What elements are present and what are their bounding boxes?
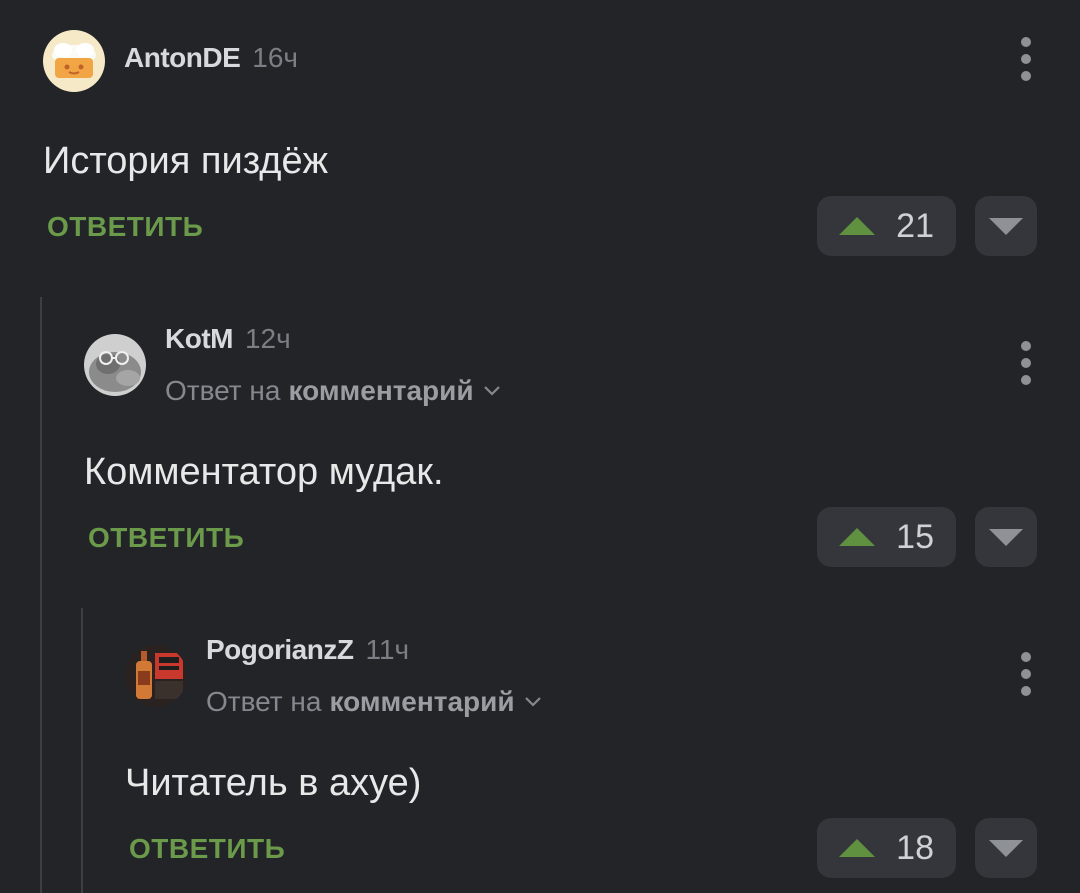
more-options-button[interactable] — [1014, 37, 1038, 81]
reply-to-prefix: Ответ на — [165, 375, 281, 406]
upvote-triangle-icon — [839, 839, 875, 857]
upvote-button[interactable]: 15 — [817, 507, 956, 567]
downvote-button[interactable] — [975, 196, 1037, 256]
reply-to-prefix: Ответ на — [206, 686, 322, 717]
more-vertical-icon — [1021, 341, 1031, 351]
avatar[interactable] — [84, 334, 146, 396]
rating-count: 15 — [896, 517, 934, 556]
comment-time: 12ч — [244, 323, 291, 354]
comment-text: История пиздёж — [43, 140, 329, 182]
upvote-triangle-icon — [839, 217, 875, 235]
thread-line-level-1 — [40, 297, 42, 893]
thread-line-level-2 — [81, 608, 83, 893]
reply-to-target: комментарий — [329, 686, 515, 717]
comment-text: Комментатор мудак. — [84, 451, 444, 493]
comment-time: 11ч — [365, 634, 410, 665]
avatar[interactable] — [43, 30, 105, 92]
more-options-button[interactable] — [1014, 341, 1038, 385]
downvote-triangle-icon — [989, 528, 1023, 546]
chevron-down-icon — [483, 386, 500, 396]
author-name[interactable]: KotM — [165, 323, 233, 355]
upvote-button[interactable]: 21 — [817, 196, 956, 256]
comments-thread: AntonDE 16ч История пиздёж ОТВЕТИТЬ 21 K… — [0, 0, 1080, 893]
chevron-down-icon — [524, 697, 541, 707]
more-vertical-icon-dot — [1021, 358, 1031, 368]
reply-to-link[interactable]: Ответ на комментарий — [165, 375, 502, 407]
avatar-cat-image — [84, 334, 146, 396]
rating-count: 18 — [896, 828, 934, 867]
rating-count: 21 — [896, 206, 934, 245]
avatar-cake-image — [43, 30, 105, 92]
downvote-button[interactable] — [975, 818, 1037, 878]
more-vertical-icon-dot — [1021, 54, 1031, 64]
more-vertical-icon — [1021, 37, 1031, 47]
reply-button[interactable]: ОТВЕТИТЬ — [88, 522, 244, 554]
reply-button[interactable]: ОТВЕТИТЬ — [129, 833, 285, 865]
avatar[interactable] — [125, 645, 187, 707]
downvote-triangle-icon — [989, 839, 1023, 857]
comment-header: PogorianzZ 11ч — [206, 634, 409, 666]
reply-button[interactable]: ОТВЕТИТЬ — [47, 211, 203, 243]
comment-header: AntonDE 16ч — [124, 42, 298, 74]
more-vertical-icon-dot — [1021, 669, 1031, 679]
more-vertical-icon-dot — [1021, 686, 1031, 696]
more-options-button[interactable] — [1014, 652, 1038, 696]
upvote-button[interactable]: 18 — [817, 818, 956, 878]
upvote-triangle-icon — [839, 528, 875, 546]
avatar-bottle-image — [125, 645, 187, 707]
author-name[interactable]: AntonDE — [124, 42, 241, 74]
downvote-button[interactable] — [975, 507, 1037, 567]
more-vertical-icon-dot — [1021, 375, 1031, 385]
comment-header: KotM 12ч — [165, 323, 291, 355]
author-name[interactable]: PogorianzZ — [206, 634, 354, 666]
downvote-triangle-icon — [989, 217, 1023, 235]
comment-text: Читатель в ахуе) — [125, 762, 422, 804]
comment-time: 16ч — [252, 42, 298, 73]
reply-to-target: комментарий — [288, 375, 474, 406]
more-vertical-icon — [1021, 652, 1031, 662]
reply-to-link[interactable]: Ответ на комментарий — [206, 686, 543, 718]
more-vertical-icon-dot — [1021, 71, 1031, 81]
